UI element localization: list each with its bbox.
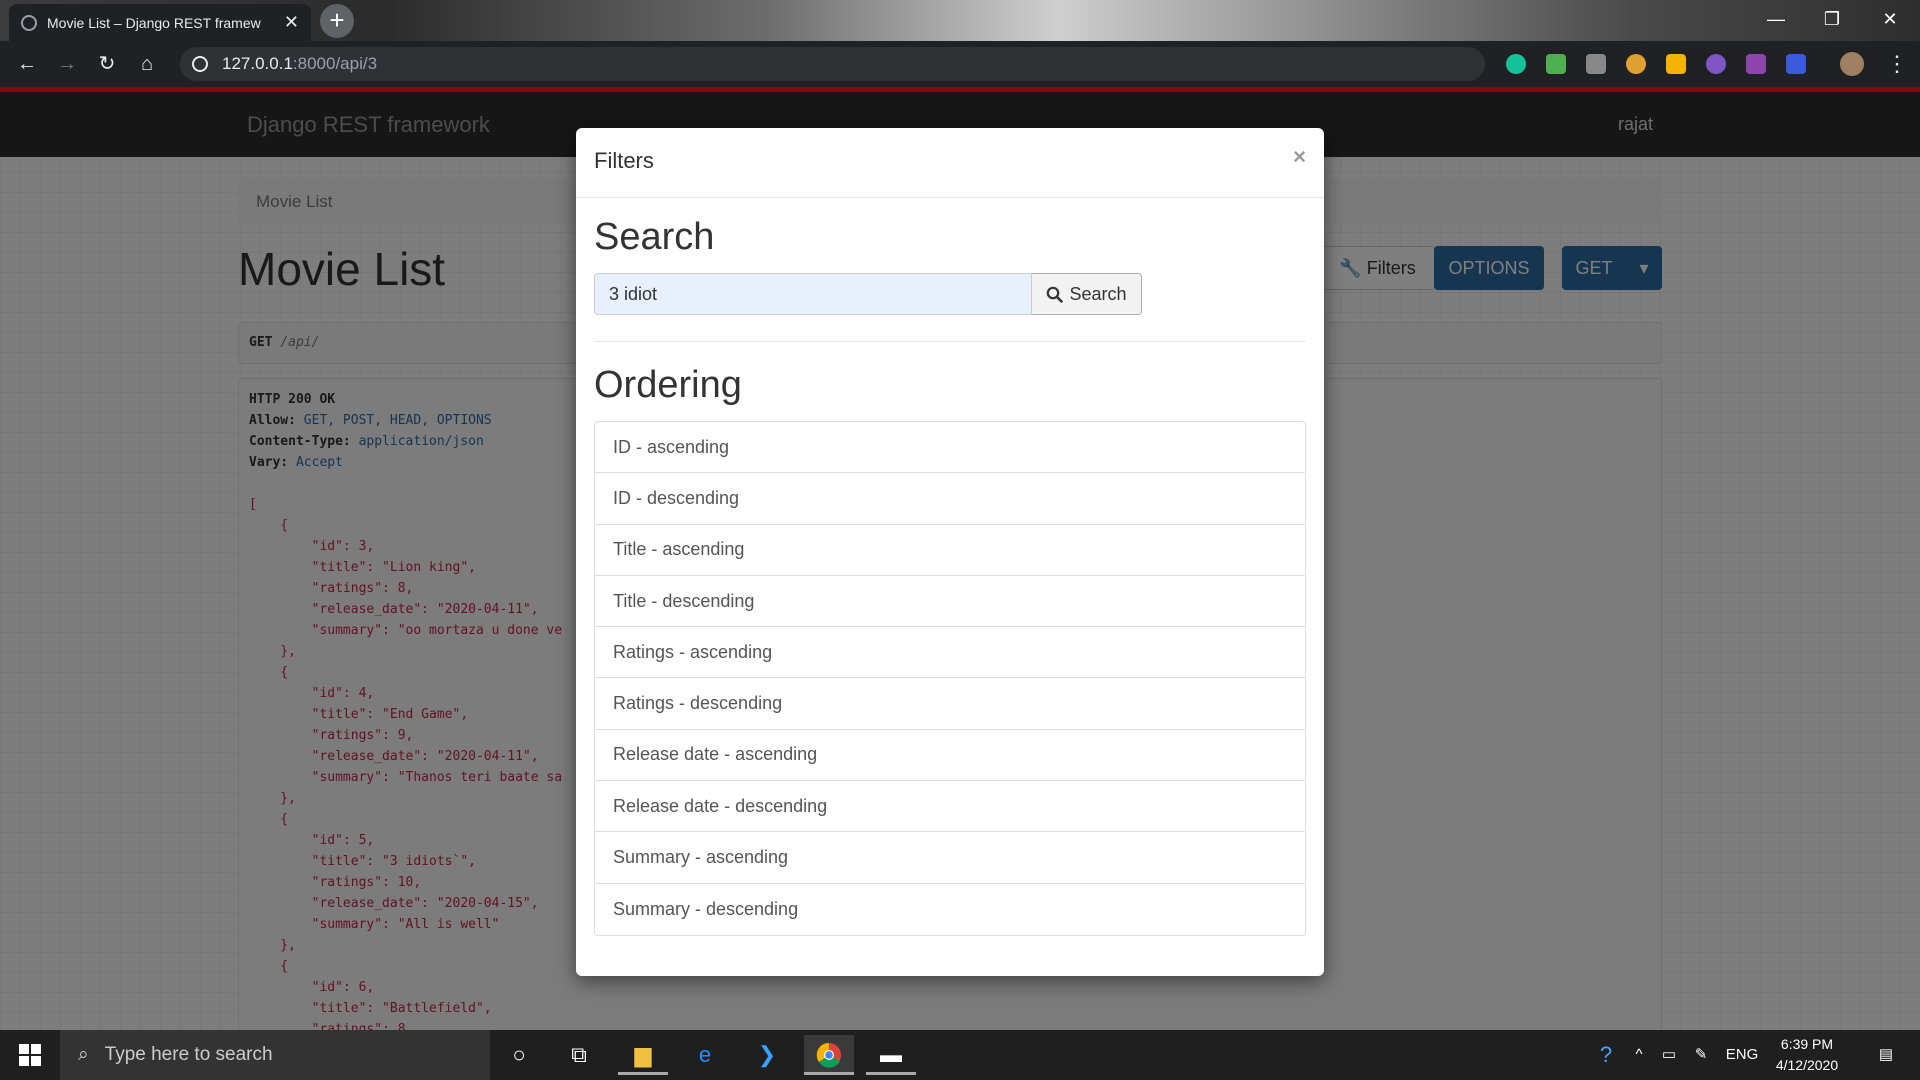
purple-extension-icon[interactable] bbox=[1706, 54, 1726, 74]
chrome-icon[interactable] bbox=[804, 1035, 854, 1075]
minimize-icon[interactable]: — bbox=[1748, 0, 1804, 38]
section-divider bbox=[594, 341, 1306, 342]
search-heading: Search bbox=[594, 216, 715, 258]
clock-time: 6:39 PM bbox=[1780, 1036, 1834, 1052]
mail-extension-icon[interactable] bbox=[1546, 54, 1566, 74]
windows-logo-icon bbox=[19, 1044, 41, 1066]
ordering-list: ID - ascending ID - descending Title - asc… bbox=[594, 421, 1306, 936]
address-bar[interactable]: 127.0.0.1:8000/api/3 bbox=[180, 47, 1485, 81]
start-button[interactable] bbox=[0, 1030, 60, 1080]
ordering-option[interactable]: Ratings - ascending bbox=[595, 627, 1305, 679]
pen-icon[interactable]: ✎ bbox=[1688, 1030, 1714, 1080]
ordering-option[interactable]: Release date - ascending bbox=[595, 730, 1305, 782]
help-icon[interactable]: ? bbox=[1590, 1030, 1622, 1080]
new-tab-button[interactable]: + bbox=[320, 4, 354, 38]
cookie-extension-icon[interactable] bbox=[1626, 54, 1646, 74]
browser-tab[interactable]: Movie List – Django REST framew ✕ bbox=[9, 4, 311, 41]
ordering-heading: Ordering bbox=[594, 364, 742, 406]
chrome-logo-icon bbox=[816, 1042, 841, 1068]
home-icon[interactable]: ⌂ bbox=[132, 49, 162, 79]
ordering-option[interactable]: Ratings - descending bbox=[595, 678, 1305, 730]
tray-chevron-icon[interactable]: ^ bbox=[1626, 1030, 1652, 1080]
url-path: :8000/api/3 bbox=[292, 54, 378, 73]
taskbar-search[interactable]: ⌕ Type here to search bbox=[60, 1030, 490, 1080]
search-button-label: Search bbox=[1069, 283, 1127, 304]
ordering-option[interactable]: Title - descending bbox=[595, 576, 1305, 628]
ordering-option[interactable]: Release date - descending bbox=[595, 781, 1305, 833]
language-indicator[interactable]: ENG bbox=[1722, 1030, 1762, 1080]
battery-icon[interactable]: ▭ bbox=[1656, 1030, 1682, 1080]
clock[interactable]: 6:39 PM 4/12/2020 bbox=[1762, 1034, 1852, 1076]
search-icon bbox=[1047, 286, 1064, 303]
edge-icon[interactable]: e bbox=[680, 1035, 730, 1075]
tab-title: Movie List – Django REST framew bbox=[47, 14, 261, 31]
clock-date: 4/12/2020 bbox=[1775, 1057, 1839, 1073]
taskbar-search-placeholder: Type here to search bbox=[104, 1044, 273, 1065]
globe-icon bbox=[21, 14, 37, 31]
cortana-icon[interactable]: ○ bbox=[494, 1035, 544, 1075]
search-button[interactable]: Search bbox=[1032, 273, 1142, 315]
grammarly-extension-icon[interactable] bbox=[1506, 54, 1526, 74]
restore-icon[interactable]: ❐ bbox=[1804, 0, 1860, 38]
ordering-option[interactable]: ID - descending bbox=[595, 473, 1305, 525]
ordering-option[interactable]: Title - ascending bbox=[595, 525, 1305, 576]
modal-body: Search Search Ordering ID - ascendingID … bbox=[576, 216, 1324, 936]
file-explorer-icon[interactable]: ▆ bbox=[618, 1035, 668, 1075]
back-icon[interactable]: ← bbox=[12, 49, 42, 79]
forward-icon[interactable]: → bbox=[52, 49, 82, 79]
close-window-icon[interactable]: ✕ bbox=[1862, 0, 1918, 38]
url-host: 127.0.0.1 bbox=[222, 54, 293, 73]
profile-avatar[interactable] bbox=[1840, 52, 1864, 76]
search-form: Search bbox=[594, 273, 1306, 315]
reader-extension-icon[interactable] bbox=[1586, 54, 1606, 74]
modal-title: Filters bbox=[594, 148, 654, 173]
browser-toolbar: ← → ↻ ⌂ 127.0.0.1:8000/api/3 ⋮ bbox=[0, 41, 1920, 87]
close-icon[interactable]: × bbox=[1293, 144, 1306, 170]
browser-menu-icon[interactable]: ⋮ bbox=[1886, 51, 1908, 77]
browser-tabstrip: Movie List – Django REST framew ✕ + — ❐ … bbox=[0, 0, 1920, 41]
windows-taskbar: ⌕ Type here to search ○ ⧉ ▆ e ❯ ▬ ? ^ ▭ … bbox=[0, 1030, 1920, 1080]
zip-extension-icon[interactable] bbox=[1786, 54, 1806, 74]
w-extension-icon[interactable] bbox=[1666, 54, 1686, 74]
modal-header: Filters × bbox=[576, 128, 1324, 198]
ordering-option[interactable]: Summary - ascending bbox=[595, 832, 1305, 884]
close-tab-icon[interactable]: ✕ bbox=[284, 12, 299, 33]
vscode-icon[interactable]: ❯ bbox=[742, 1035, 792, 1075]
ordering-option[interactable]: ID - ascending bbox=[595, 422, 1305, 474]
s-extension-icon[interactable] bbox=[1746, 54, 1766, 74]
reload-icon[interactable]: ↻ bbox=[92, 49, 122, 79]
ordering-option[interactable]: Summary - descending bbox=[595, 884, 1305, 935]
filters-modal: Filters × Search Search Ordering ID - as… bbox=[576, 128, 1324, 976]
search-input[interactable] bbox=[594, 273, 1032, 315]
task-view-icon[interactable]: ⧉ bbox=[554, 1035, 604, 1075]
magnifier-icon: ⌕ bbox=[78, 1044, 89, 1065]
terminal-icon[interactable]: ▬ bbox=[866, 1035, 916, 1075]
info-icon[interactable] bbox=[192, 56, 208, 72]
notifications-icon[interactable]: ▤ bbox=[1866, 1030, 1906, 1080]
